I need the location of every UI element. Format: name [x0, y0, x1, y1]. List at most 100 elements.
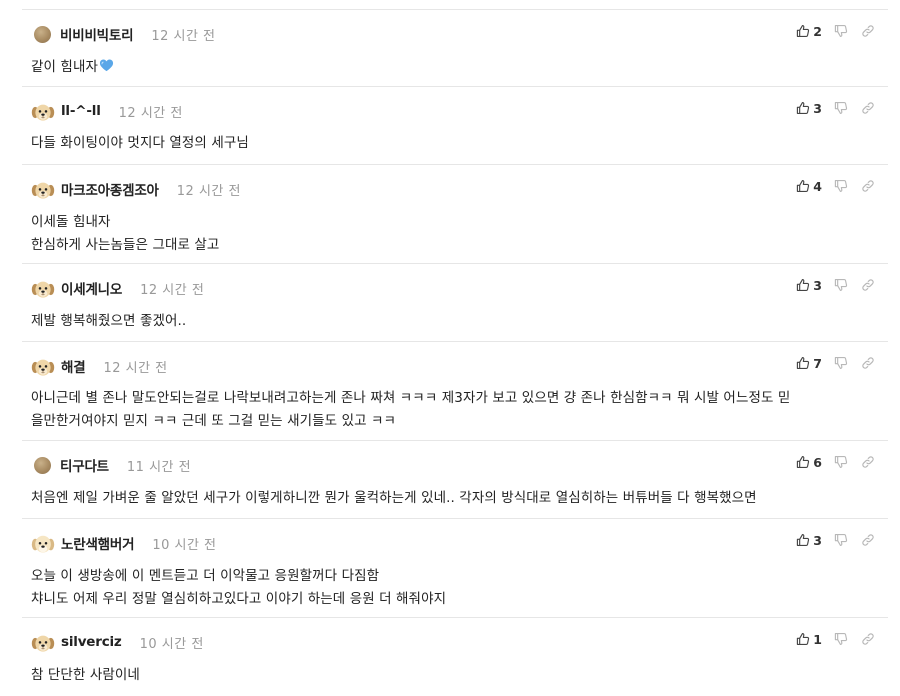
thumbs-down-icon — [834, 24, 848, 38]
dislike-button[interactable] — [834, 179, 848, 193]
comment-meta: silverciz 10 시간 전 — [31, 631, 204, 653]
comment-item: ll-^-ll 12 시간 전다들 화이팅이야 멋지다 열정의 세구님 3 — [22, 86, 888, 164]
dislike-button[interactable] — [834, 278, 848, 292]
comment-meta: 해결 12 시간 전 — [31, 355, 168, 377]
comment-body: 이세돌 힘내자 한심하게 사는놈들은 그대로 살고 — [31, 211, 876, 257]
avatar[interactable] — [31, 277, 53, 299]
comment-time: 12 시간 전 — [151, 28, 216, 44]
comment-list: 비비비빅토리 12 시간 전 같이 힘내자 2 ll-^-ll 12 시간 전 다들 화이팅… — [22, 9, 888, 696]
comment-author[interactable]: 해결 — [61, 356, 86, 376]
dislike-button[interactable] — [834, 632, 848, 646]
thumbs-up-icon — [796, 278, 810, 292]
thumbs-down-icon — [834, 278, 848, 292]
comment-meta: ll-^-ll 12 시간 전 — [31, 100, 183, 122]
avatar[interactable] — [31, 355, 53, 377]
avatar[interactable] — [34, 456, 51, 474]
avatar[interactable] — [31, 532, 53, 554]
dislike-button[interactable] — [834, 455, 848, 469]
comment-text: 오늘 이 생방송에 이 멘트듣고 더 이악물고 응원할꺼다 다짐함 챠니도 어제… — [31, 568, 447, 607]
like-count: 4 — [813, 178, 822, 194]
link-icon — [861, 101, 875, 115]
comment-time: 11 시간 전 — [126, 459, 192, 475]
comment-item: 비비비빅토리 12 시간 전같이 힘내자 2 — [22, 9, 888, 86]
comment-meta: 비비비빅토리 12 시간 전 — [31, 23, 216, 45]
like-button[interactable]: 4 — [796, 179, 822, 194]
thumbs-up-icon — [796, 632, 810, 646]
comment-text: 참 단단한 사람이네 — [31, 667, 140, 683]
comment-body: 처음엔 제일 가벼운 줄 알았던 세구가 이렇게하니깐 뭔가 울컥하는게 있네.… — [31, 487, 876, 510]
share-link-button[interactable] — [861, 356, 875, 370]
comment-item: 이세계니오 12 시간 전제발 행복해줬으면 좋겠어.. 3 — [22, 263, 888, 341]
thumbs-down-icon — [834, 632, 848, 646]
thumbs-down-icon — [834, 533, 848, 547]
thumbs-up-icon — [796, 24, 810, 38]
thumbs-up-icon — [796, 101, 810, 115]
share-link-button[interactable] — [861, 101, 875, 115]
thumbs-up-icon — [796, 455, 810, 469]
dislike-button[interactable] — [834, 533, 848, 547]
avatar[interactable] — [31, 100, 53, 122]
comment-time: 12 시간 전 — [176, 183, 241, 199]
comment-body: 다들 화이팅이야 멋지다 열정의 세구님 — [31, 132, 876, 155]
thumbs-down-icon — [834, 455, 848, 469]
share-link-button[interactable] — [861, 455, 875, 469]
comment-author[interactable]: 노란색햄버거 — [61, 533, 135, 553]
like-count: 3 — [813, 532, 822, 548]
comment-text: 같이 힘내자 — [31, 59, 98, 75]
link-icon — [861, 356, 875, 370]
like-button[interactable]: 3 — [796, 533, 822, 548]
comment-meta: 마크조아종겜조아 12 시간 전 — [31, 178, 241, 200]
comment-body: 아니근데 별 존나 말도안되는걸로 나락보내려고하는게 존나 짜쳐 ㅋㅋㅋ 제3… — [31, 387, 876, 433]
comment-actions: 2 — [796, 21, 875, 41]
like-button[interactable]: 2 — [796, 24, 822, 39]
like-count: 6 — [813, 454, 822, 470]
share-link-button[interactable] — [861, 278, 875, 292]
comment-body: 제발 행복해줬으면 좋겠어.. — [31, 310, 876, 333]
comment-body: 오늘 이 생방송에 이 멘트듣고 더 이악물고 응원할꺼다 다짐함 챠니도 어제… — [31, 565, 876, 611]
dislike-button[interactable] — [834, 356, 848, 370]
like-button[interactable]: 1 — [796, 632, 822, 647]
comment-author[interactable]: 티구다트 — [60, 455, 109, 475]
comment-meta: 이세계니오 12 시간 전 — [31, 277, 204, 299]
dislike-button[interactable] — [834, 24, 848, 38]
link-icon — [861, 278, 875, 292]
like-button[interactable]: 6 — [796, 455, 822, 470]
comment-item: 티구다트 11 시간 전처음엔 제일 가벼운 줄 알았던 세구가 이렇게하니깐 뭔… — [22, 440, 888, 518]
comment-actions: 4 — [796, 176, 875, 196]
comment-author[interactable]: 마크조아종겜조아 — [61, 179, 159, 199]
avatar[interactable] — [31, 631, 53, 653]
avatar[interactable] — [34, 25, 51, 43]
share-link-button[interactable] — [861, 533, 875, 547]
comment-meta: 티구다트 11 시간 전 — [31, 454, 191, 476]
comment-author[interactable]: silverciz — [61, 634, 122, 650]
like-count: 2 — [813, 23, 822, 39]
blue-heart-icon — [99, 58, 114, 81]
like-button[interactable]: 7 — [796, 356, 822, 371]
share-link-button[interactable] — [861, 24, 875, 38]
comment-author[interactable]: 이세계니오 — [61, 278, 122, 298]
comment-actions: 1 — [796, 629, 875, 649]
like-count: 3 — [813, 100, 822, 116]
avatar[interactable] — [31, 178, 53, 200]
comment-text: 처음엔 제일 가벼운 줄 알았던 세구가 이렇게하니깐 뭔가 울컥하는게 있네.… — [31, 490, 757, 506]
share-link-button[interactable] — [861, 632, 875, 646]
like-button[interactable]: 3 — [796, 278, 822, 293]
comment-actions: 7 — [796, 353, 875, 373]
comment-item: 노란색햄버거 10 시간 전오늘 이 생방송에 이 멘트듣고 더 이악물고 응원할… — [22, 518, 888, 617]
comment-text: 아니근데 별 존나 말도안되는걸로 나락보내려고하는게 존나 짜쳐 ㅋㅋㅋ 제3… — [31, 390, 791, 429]
comment-time: 10 시간 전 — [152, 537, 217, 553]
comment-author[interactable]: ll-^-ll — [61, 103, 101, 119]
comment-item: 마크조아종겜조아 12 시간 전이세돌 힘내자 한심하게 사는놈들은 그대로 살고… — [22, 164, 888, 263]
comment-author[interactable]: 비비비빅토리 — [60, 24, 134, 44]
thumbs-down-icon — [834, 101, 848, 115]
link-icon — [861, 24, 875, 38]
thumbs-up-icon — [796, 356, 810, 370]
link-icon — [861, 533, 875, 547]
comment-actions: 3 — [796, 98, 875, 118]
comment-body: 참 단단한 사람이네 — [31, 664, 876, 687]
dislike-button[interactable] — [834, 101, 848, 115]
link-icon — [861, 179, 875, 193]
like-button[interactable]: 3 — [796, 101, 822, 116]
share-link-button[interactable] — [861, 179, 875, 193]
comment-meta: 노란색햄버거 10 시간 전 — [31, 532, 217, 554]
